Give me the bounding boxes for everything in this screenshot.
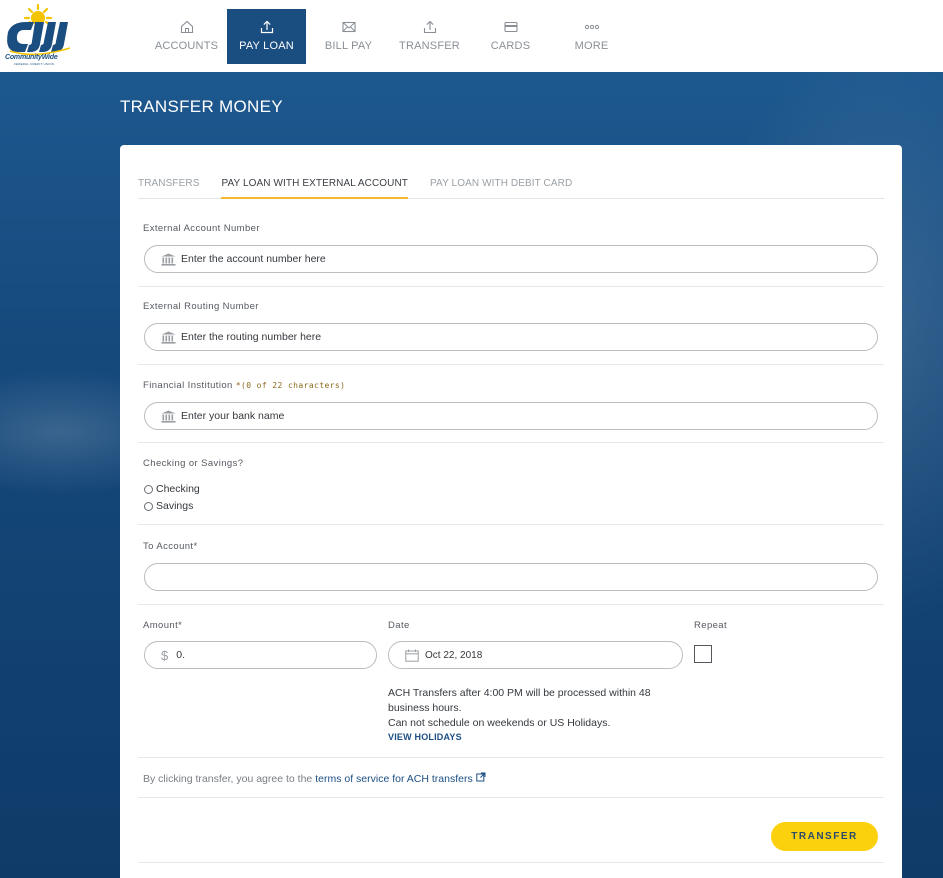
repeat-label: Repeat: [694, 620, 728, 631]
radio-button[interactable]: [144, 484, 153, 494]
radio-button[interactable]: [144, 501, 153, 511]
nav-cards[interactable]: CARDS: [470, 9, 551, 64]
institution-input[interactable]: Enter your bank name: [144, 402, 878, 430]
radio-savings[interactable]: Savings: [144, 500, 193, 512]
nav-label: ACCOUNTS: [154, 40, 219, 52]
ach-note: ACH Transfers after 4:00 PM will be proc…: [388, 686, 688, 731]
calendar-icon: [405, 648, 421, 662]
amount-label: Amount*: [143, 620, 183, 631]
external-account-placeholder: Enter the account number here: [181, 253, 326, 265]
dollar-icon: $: [161, 647, 169, 663]
to-account-section: To Account*: [138, 525, 884, 605]
bank-icon: [161, 330, 177, 344]
routing-placeholder: Enter the routing number here: [181, 331, 322, 343]
external-account-label: External Account Number: [143, 223, 260, 234]
brand-name: CommunityWide: [5, 54, 58, 61]
ach-note-line1: ACH Transfers after 4:00 PM will be proc…: [388, 687, 651, 714]
divider: [138, 797, 884, 798]
view-holidays-link[interactable]: VIEW HOLIDAYS: [388, 732, 462, 742]
routing-input[interactable]: Enter the routing number here: [144, 323, 878, 351]
institution-label-text: Financial Institution: [143, 380, 233, 391]
institution-char-count: (0 of 22 characters): [241, 381, 346, 390]
terms-text: By clicking transfer, you agree to the t…: [143, 772, 486, 785]
upload-icon: [258, 19, 276, 35]
transfer-button[interactable]: TRANSFER: [771, 822, 878, 851]
nav-label: BILL PAY: [324, 40, 373, 52]
nav-label: PAY LOAN: [239, 40, 294, 52]
tab-transfers[interactable]: TRANSFERS: [138, 178, 199, 199]
radio-checking[interactable]: Checking: [144, 483, 200, 495]
nav-accounts[interactable]: ACCOUNTS: [146, 9, 227, 64]
envelope-icon: [340, 19, 358, 35]
date-input[interactable]: Oct 22, 2018: [388, 641, 683, 669]
external-account-input[interactable]: Enter the account number here: [144, 245, 878, 273]
nav-transfer[interactable]: TRANSFER: [389, 9, 470, 64]
radio-label: Checking: [156, 483, 200, 495]
tab-pay-loan-external[interactable]: PAY LOAN WITH EXTERNAL ACCOUNT: [221, 178, 409, 199]
institution-label: Financial Institution *(0 of 22 characte…: [143, 380, 345, 391]
to-account-select[interactable]: [144, 563, 878, 591]
terms-link[interactable]: terms of service for ACH transfers: [315, 772, 486, 785]
brand-logo[interactable]: CommunityWide FEDERAL CREDIT UNION: [4, 3, 76, 68]
institution-placeholder: Enter your bank name: [181, 410, 285, 422]
radio-label: Savings: [156, 500, 194, 512]
terms-link-text: terms of service for ACH transfers: [315, 773, 473, 785]
amount-value: 0.: [176, 649, 185, 661]
account-type-label: Checking or Savings?: [143, 458, 244, 469]
repeat-checkbox[interactable]: [694, 645, 712, 663]
date-label: Date: [388, 620, 410, 631]
nav-bill-pay[interactable]: BILL PAY: [308, 9, 389, 64]
nav-more[interactable]: MORE: [551, 9, 632, 64]
tab-pay-loan-debit-card[interactable]: PAY LOAN WITH DEBIT CARD: [430, 178, 572, 199]
account-type-section: Checking or Savings? Checking Savings: [138, 443, 884, 525]
nav-label: TRANSFER: [399, 40, 460, 52]
to-account-label: To Account*: [143, 541, 198, 552]
institution-section: Financial Institution *(0 of 22 characte…: [138, 365, 884, 443]
bank-icon: [161, 409, 177, 423]
more-dots-icon: [583, 19, 601, 35]
card-icon: [502, 19, 520, 35]
transfer-tabs: TRANSFERS PAY LOAN WITH EXTERNAL ACCOUNT…: [138, 145, 884, 199]
terms-prefix: By clicking transfer, you agree to the: [143, 773, 313, 785]
routing-label: External Routing Number: [143, 301, 259, 312]
nav-label: MORE: [574, 40, 609, 52]
routing-section: External Routing Number Enter the routin…: [138, 287, 884, 365]
transfer-form-card: TRANSFERS PAY LOAN WITH EXTERNAL ACCOUNT…: [120, 145, 902, 878]
divider: [138, 862, 884, 863]
external-account-section: External Account Number Enter the accoun…: [138, 199, 884, 287]
external-link-icon: [475, 772, 486, 785]
bank-icon: [161, 252, 177, 266]
amount-input[interactable]: $ 0.: [144, 641, 377, 669]
home-icon: [178, 19, 196, 35]
divider: [138, 757, 884, 758]
date-value: Oct 22, 2018: [425, 649, 483, 661]
share-icon: [421, 19, 439, 35]
main-nav: ACCOUNTS PAY LOAN BILL PAY TRANSFER CARD…: [146, 9, 632, 64]
top-header: CommunityWide FEDERAL CREDIT UNION ACCOU…: [0, 0, 943, 72]
brand-tagline: FEDERAL CREDIT UNION: [14, 62, 55, 66]
nav-pay-loan[interactable]: PAY LOAN: [227, 9, 306, 64]
ach-note-line2: Can not schedule on weekends or US Holid…: [388, 717, 611, 729]
page-title: TRANSFER MONEY: [120, 97, 283, 116]
nav-label: CARDS: [490, 40, 531, 52]
